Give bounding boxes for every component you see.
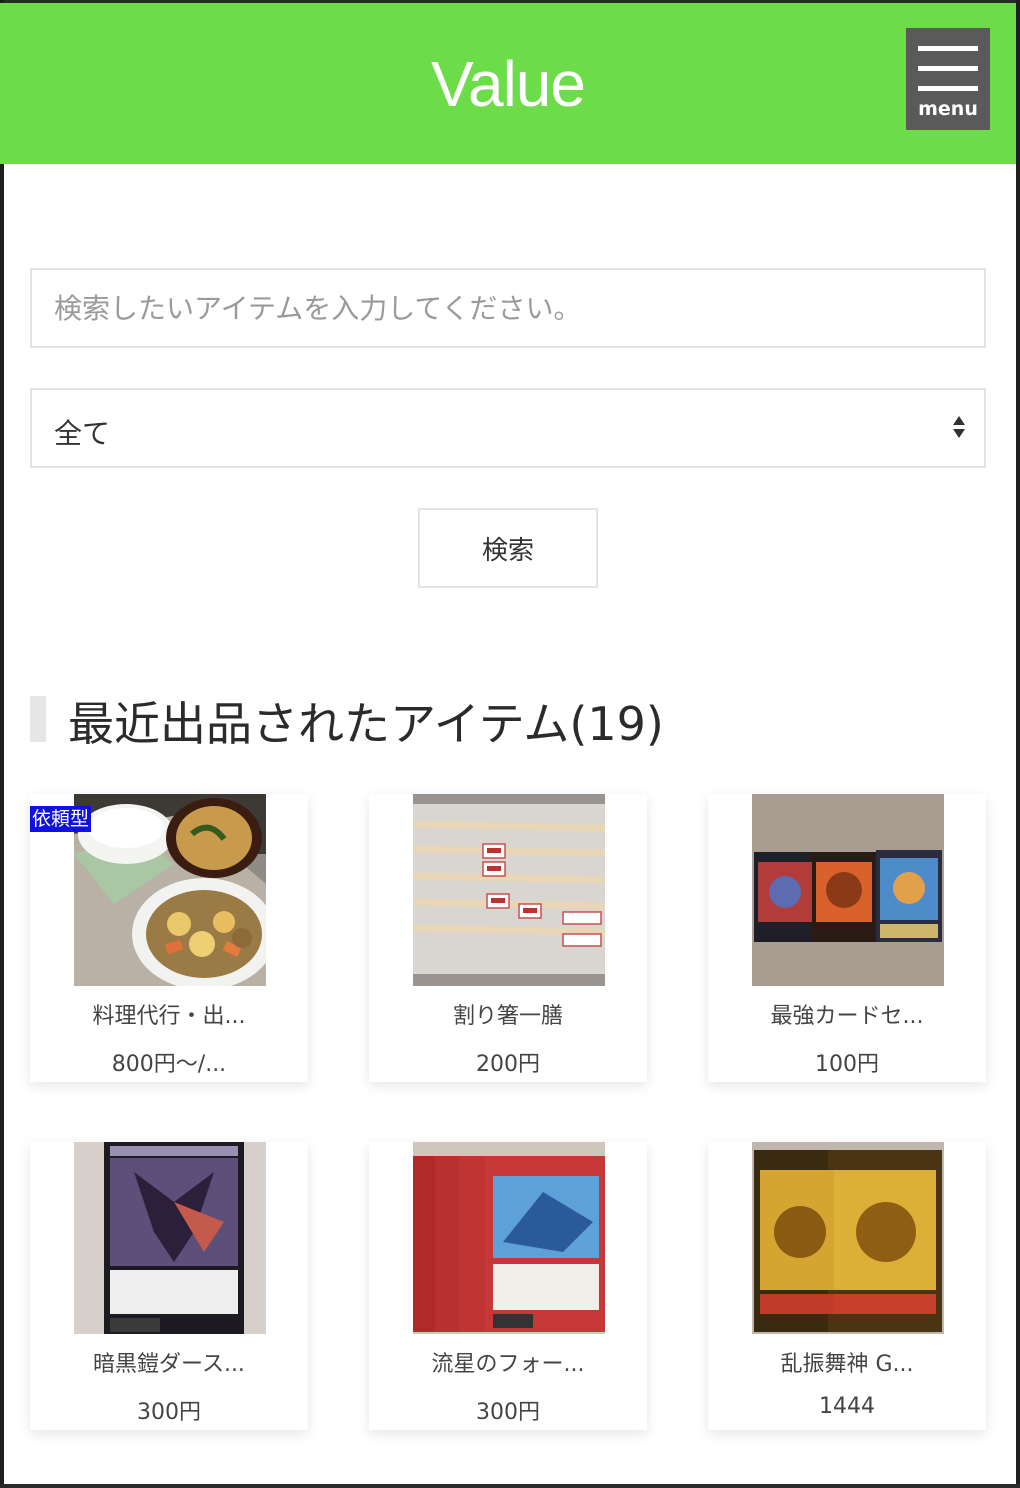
window-frame-left <box>0 0 4 1488</box>
search-button[interactable]: 検索 <box>418 508 598 588</box>
item-image-chopsticks[interactable] <box>413 794 605 986</box>
hamburger-icon <box>918 46 978 51</box>
item-image-red-cards[interactable] <box>413 1142 605 1334</box>
item-card[interactable]: 割り箸一膳 200円 <box>369 794 647 1082</box>
item-card[interactable]: 乱振舞神 G... 1444 <box>708 1142 986 1430</box>
site-logo[interactable]: Value <box>0 47 1016 121</box>
search-input[interactable] <box>30 268 986 348</box>
menu-label: menu <box>918 98 978 120</box>
item-price: 200円 <box>476 1052 540 1077</box>
hamburger-icon-bar <box>918 66 978 71</box>
item-image-dark-card[interactable] <box>74 1142 266 1334</box>
request-type-badge: 依頼型 <box>30 806 92 832</box>
item-card[interactable]: 流星のフォー... 300円 <box>369 1142 647 1430</box>
item-image-card-set[interactable] <box>752 794 944 986</box>
item-name[interactable]: 暗黒鎧ダース... <box>30 1346 308 1378</box>
select-updown-icon <box>953 416 965 438</box>
item-card[interactable]: 暗黒鎧ダース... 300円 <box>30 1142 308 1430</box>
item-price: 800円〜/... <box>111 1052 227 1077</box>
item-card[interactable]: 最強カードセ... 100円 <box>708 794 986 1082</box>
section-accent-bar <box>30 696 46 742</box>
item-price: 300円 <box>137 1400 201 1425</box>
item-price: 1444 <box>819 1394 875 1419</box>
item-name[interactable]: 流星のフォー... <box>369 1346 647 1378</box>
item-name[interactable]: 割り箸一膳 <box>369 998 647 1030</box>
site-header: Value menu <box>0 3 1016 164</box>
item-name[interactable]: 料理代行・出... <box>30 998 308 1030</box>
hamburger-icon-bar <box>918 86 978 91</box>
item-name[interactable]: 最強カードセ... <box>708 998 986 1030</box>
section-title: 最近出品されたアイテム(19) <box>68 697 664 751</box>
window-frame-bottom <box>0 1484 1020 1488</box>
menu-button[interactable]: menu <box>906 28 990 130</box>
item-price: 300円 <box>476 1400 540 1425</box>
window-frame-right <box>1016 0 1020 1488</box>
item-card[interactable]: 依頼型 料理代行・出... 800円〜/... <box>30 794 308 1082</box>
category-select[interactable]: 全て <box>30 388 986 468</box>
item-image-gold-cards[interactable] <box>752 1142 944 1334</box>
item-name[interactable]: 乱振舞神 G... <box>708 1346 986 1378</box>
item-price: 100円 <box>815 1052 879 1077</box>
item-image-food[interactable] <box>74 794 266 986</box>
category-select-value: 全て <box>54 417 111 450</box>
